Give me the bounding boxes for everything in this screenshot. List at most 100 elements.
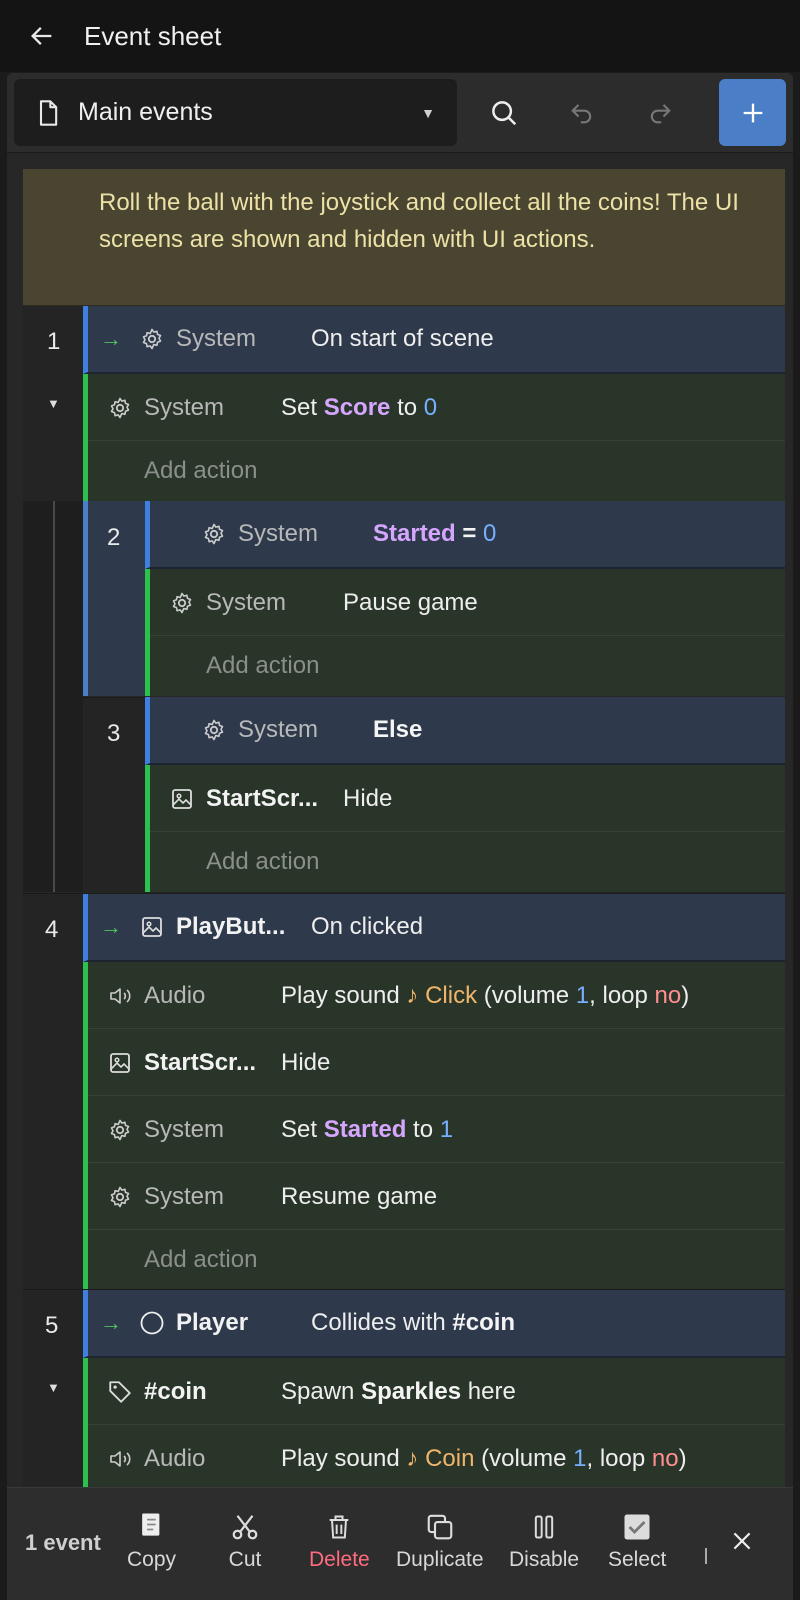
condition-text: On start of scene: [311, 325, 494, 352]
event-number: 2: [107, 524, 121, 551]
action-text: Hide: [281, 1048, 331, 1076]
gear-icon: [200, 520, 228, 548]
add-action-label: Add action: [206, 652, 320, 679]
action-text: Pause game: [343, 588, 478, 616]
action-row[interactable]: System Resume game: [83, 1163, 785, 1230]
condition-text: Else: [373, 716, 423, 743]
add-action-label: Add action: [144, 1245, 258, 1273]
add-action-label: Add action: [144, 457, 258, 484]
search-icon: [491, 100, 516, 125]
gear-icon: [200, 716, 228, 744]
comment-block[interactable]: Roll the ball with the joystick and coll…: [23, 169, 785, 306]
sheet-selector[interactable]: Main events ▼: [14, 79, 457, 146]
object-name: Player: [176, 1309, 249, 1336]
close-selection-button[interactable]: [725, 1524, 759, 1562]
condition-row[interactable]: → System On start of scene: [83, 306, 785, 374]
selection-count: 1 event: [25, 1530, 101, 1555]
action-row[interactable]: StartScr... Hide: [83, 1029, 785, 1096]
event-sheet: Roll the ball with the joystick and coll…: [23, 169, 785, 1559]
image-icon: [138, 913, 166, 941]
condition-text: Started = 0: [373, 520, 497, 547]
variable-name: Started: [373, 520, 456, 547]
copy-button[interactable]: Copy: [127, 1510, 176, 1572]
event-number: 5: [45, 1312, 59, 1339]
condition-row[interactable]: System Started = 0: [145, 501, 785, 569]
condition-row[interactable]: → Player Collides with #coin: [83, 1290, 785, 1358]
scissors-icon: [228, 1510, 262, 1544]
number-value: 1: [439, 1115, 454, 1143]
number-value: 0: [483, 520, 497, 547]
gear-icon: [106, 1183, 134, 1211]
add-action-row[interactable]: Add action: [83, 1230, 785, 1289]
action-text: Play sound ♪ Coin (volume 1, loop no): [281, 1444, 687, 1472]
search-button[interactable]: [470, 79, 537, 146]
gear-icon: [168, 589, 196, 617]
event-block[interactable]: 1 ▼ → System On start of scene System Se…: [23, 306, 785, 892]
event-block[interactable]: 4 → PlayBut... On clicked Audio Play sou…: [23, 893, 785, 1289]
trash-icon: [322, 1510, 356, 1544]
object-name: System: [238, 520, 319, 547]
speaker-icon: [106, 982, 134, 1010]
object-name: System: [144, 1115, 225, 1143]
action-text: Spawn Sparkles here: [281, 1377, 516, 1405]
collapse-toggle-icon[interactable]: ▼: [47, 396, 60, 411]
condition-row[interactable]: System Else: [145, 697, 785, 765]
overflow-divider: [705, 1548, 707, 1564]
document-icon: [39, 99, 58, 126]
add-action-row[interactable]: Add action: [145, 636, 785, 696]
comment-text: Roll the ball with the joystick and coll…: [99, 189, 739, 253]
condition-row[interactable]: → PlayBut... On clicked: [83, 894, 785, 962]
action-row[interactable]: Audio Play sound ♪ Click (volume 1, loop…: [83, 962, 785, 1029]
redo-button[interactable]: [626, 79, 693, 146]
delete-button[interactable]: Delete: [309, 1510, 370, 1572]
collapse-toggle-icon[interactable]: ▼: [47, 1380, 60, 1395]
add-action-row[interactable]: Add action: [83, 441, 785, 501]
undo-icon: [570, 103, 591, 123]
redo-icon: [650, 103, 671, 123]
disable-button[interactable]: Disable: [509, 1510, 579, 1572]
action-text: Play sound ♪ Click (volume 1, loop no): [281, 981, 690, 1009]
add-event-button[interactable]: [719, 79, 786, 146]
action-row[interactable]: System Set Started to 1: [83, 1096, 785, 1163]
plus-icon: [743, 103, 762, 122]
action-row[interactable]: System Pause game: [145, 569, 785, 636]
back-button[interactable]: [22, 16, 62, 56]
variable-name: Started: [323, 1115, 407, 1143]
object-name: System: [144, 393, 225, 421]
tag-icon: [106, 1378, 134, 1406]
action-text: Resume game: [281, 1182, 438, 1210]
event-gutter: [23, 894, 83, 1289]
add-action-row[interactable]: Add action: [145, 832, 785, 892]
condition-text: Collides with #coin: [311, 1309, 516, 1336]
arrow-left-icon: [31, 27, 52, 45]
toolbar: Main events ▼: [7, 73, 793, 153]
action-row[interactable]: Audio Play sound ♪ Coin (volume 1, loop …: [83, 1425, 785, 1492]
event-number: 1: [47, 328, 61, 355]
variable-name: Score: [323, 393, 391, 421]
gear-icon: [106, 394, 134, 422]
top-bar: Event sheet: [0, 0, 800, 72]
trigger-arrow-icon: →: [100, 326, 122, 351]
object-name: System: [206, 588, 287, 616]
tag-name: #coin: [452, 1309, 516, 1336]
action-text: Set Started to 1: [281, 1115, 454, 1143]
action-row[interactable]: #coin Spawn Sparkles here: [83, 1358, 785, 1425]
object-name: #coin: [144, 1377, 207, 1405]
checkbox-icon: [620, 1510, 654, 1544]
action-row[interactable]: StartScr... Hide: [145, 765, 785, 832]
object-name: StartScr...: [206, 784, 319, 812]
object-name: System: [238, 716, 319, 743]
speaker-icon: [106, 1445, 134, 1473]
object-name: System: [144, 1182, 225, 1210]
cut-button[interactable]: Cut: [228, 1510, 262, 1572]
object-name: PlayBut...: [176, 913, 286, 940]
undo-button[interactable]: [548, 79, 615, 146]
action-row[interactable]: System Set Score to 0: [83, 374, 785, 441]
trigger-arrow-icon: →: [100, 1310, 122, 1335]
nesting-line: [53, 501, 55, 892]
event-number: 4: [45, 916, 59, 943]
object-name: System: [176, 325, 257, 352]
duplicate-button[interactable]: Duplicate: [396, 1510, 484, 1572]
add-action-label: Add action: [206, 848, 320, 875]
select-button[interactable]: Select: [608, 1510, 666, 1572]
